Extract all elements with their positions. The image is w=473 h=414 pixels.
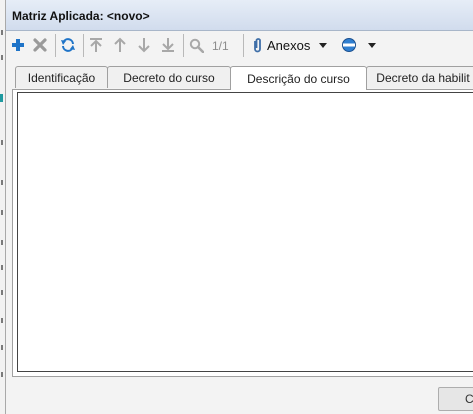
tab-label: Decreto da habilit <box>376 70 470 85</box>
toolbar: 1/1 Anexos <box>6 31 473 60</box>
search-icon <box>189 38 204 53</box>
anexos-menu-button[interactable]: Anexos <box>251 34 341 56</box>
tab-decreto-do-curso[interactable]: Decreto do curso <box>107 66 231 88</box>
plus-icon <box>12 39 24 51</box>
chevron-down-icon <box>368 43 376 48</box>
edge-mark <box>1 240 3 245</box>
toolbar-separator <box>83 34 84 57</box>
tab-label: Identificação <box>27 70 96 85</box>
chevron-down-icon <box>319 43 328 48</box>
last-icon <box>162 38 174 52</box>
edge-mark <box>1 55 3 60</box>
close-icon <box>33 38 47 52</box>
delete-button[interactable] <box>30 34 50 56</box>
anexos-label: Anexos <box>267 37 311 53</box>
first-record-button[interactable] <box>86 34 106 56</box>
refresh-button[interactable] <box>58 34 78 56</box>
tab-identificacao[interactable]: Identificação <box>15 66 108 88</box>
descricao-do-curso-panel <box>12 89 473 377</box>
paperclip-icon <box>254 38 261 53</box>
first-icon <box>90 38 102 52</box>
refresh-icon <box>61 38 75 52</box>
tab-label: Decreto do curso <box>123 70 215 85</box>
previous-record-button[interactable] <box>110 34 130 56</box>
last-record-button[interactable] <box>158 34 178 56</box>
tab-label: Descrição do curso <box>247 71 350 86</box>
edge-mark <box>1 345 3 350</box>
tab-decreto-da-habilitacao[interactable]: Decreto da habilit <box>366 66 473 88</box>
matriz-aplicada-window: Matriz Aplicada: <novo> 1/1 Anexos Ident… <box>5 0 473 414</box>
next-record-button[interactable] <box>134 34 154 56</box>
search-button[interactable] <box>186 34 206 56</box>
edge-mark <box>1 372 3 377</box>
edge-mark <box>1 180 3 185</box>
toolbar-separator <box>55 34 56 57</box>
record-counter: 1/1 <box>212 39 229 53</box>
edge-accent <box>0 94 3 102</box>
edge-mark <box>1 290 3 295</box>
edge-mark <box>1 30 3 35</box>
title-bar[interactable]: Matriz Aplicada: <novo> <box>6 0 473 31</box>
toolbar-separator <box>243 34 244 57</box>
globe-icon <box>342 38 356 52</box>
web-menu-button[interactable] <box>341 34 385 56</box>
footer-button-label: C <box>465 392 473 406</box>
toolbar-separator <box>183 34 184 57</box>
edge-mark <box>1 140 3 145</box>
descricao-text-area[interactable] <box>17 92 473 372</box>
up-icon <box>114 37 126 52</box>
tab-descricao-do-curso[interactable]: Descrição do curso <box>230 66 367 90</box>
window-title: Matriz Aplicada: <novo> <box>12 9 150 23</box>
edge-mark <box>1 265 3 270</box>
tab-bar: Identificação Decreto do curso Descrição… <box>6 66 473 90</box>
edge-mark <box>1 318 3 323</box>
down-icon <box>138 38 150 53</box>
footer-button[interactable]: C <box>438 387 473 411</box>
add-button[interactable] <box>8 34 28 56</box>
edge-mark <box>1 210 3 215</box>
